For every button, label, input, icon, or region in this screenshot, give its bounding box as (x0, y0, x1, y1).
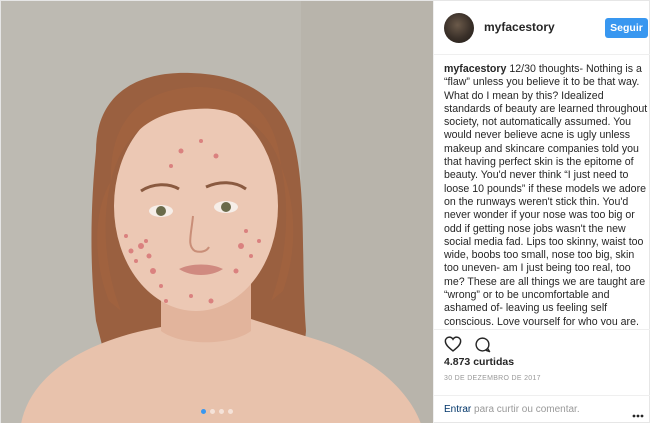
post-caption: myfacestory 12/30 thoughts- Nothing is a… (444, 63, 648, 325)
follow-button[interactable]: Seguir (605, 18, 648, 38)
instagram-post: myfacestory Seguir myfacestory 12/30 tho… (0, 0, 650, 423)
comment-prompt: Entrar para curtir ou comentar. (444, 404, 580, 415)
carousel-dot[interactable] (228, 409, 233, 414)
carousel-indicator (201, 409, 233, 414)
caption-text: 12/30 thoughts- Nothing is a “flaw” unle… (444, 63, 648, 325)
comment-bar: Entrar para curtir ou comentar. (434, 395, 650, 423)
post-side-panel: myfacestory Seguir myfacestory 12/30 tho… (433, 1, 650, 423)
post-header: myfacestory Seguir (434, 1, 650, 55)
carousel-dot[interactable] (219, 409, 224, 414)
comment-prompt-text: para curtir ou comentar. (471, 404, 580, 415)
carousel-dot-active[interactable] (201, 409, 206, 414)
header-username[interactable]: myfacestory (484, 20, 555, 34)
more-options-icon[interactable] (632, 405, 644, 423)
likes-count[interactable]: 4.873 curtidas (444, 356, 514, 368)
heart-icon[interactable] (444, 336, 462, 357)
avatar[interactable] (444, 13, 474, 43)
caption-username[interactable]: myfacestory (444, 63, 506, 75)
action-bar (434, 329, 650, 357)
carousel-dot[interactable] (210, 409, 215, 414)
comment-bubble-icon[interactable] (474, 336, 491, 358)
login-link[interactable]: Entrar (444, 404, 471, 415)
post-date: 30 DE DEZEMBRO DE 2017 (444, 375, 541, 382)
portrait-image (1, 1, 433, 423)
post-photo[interactable] (1, 1, 433, 423)
